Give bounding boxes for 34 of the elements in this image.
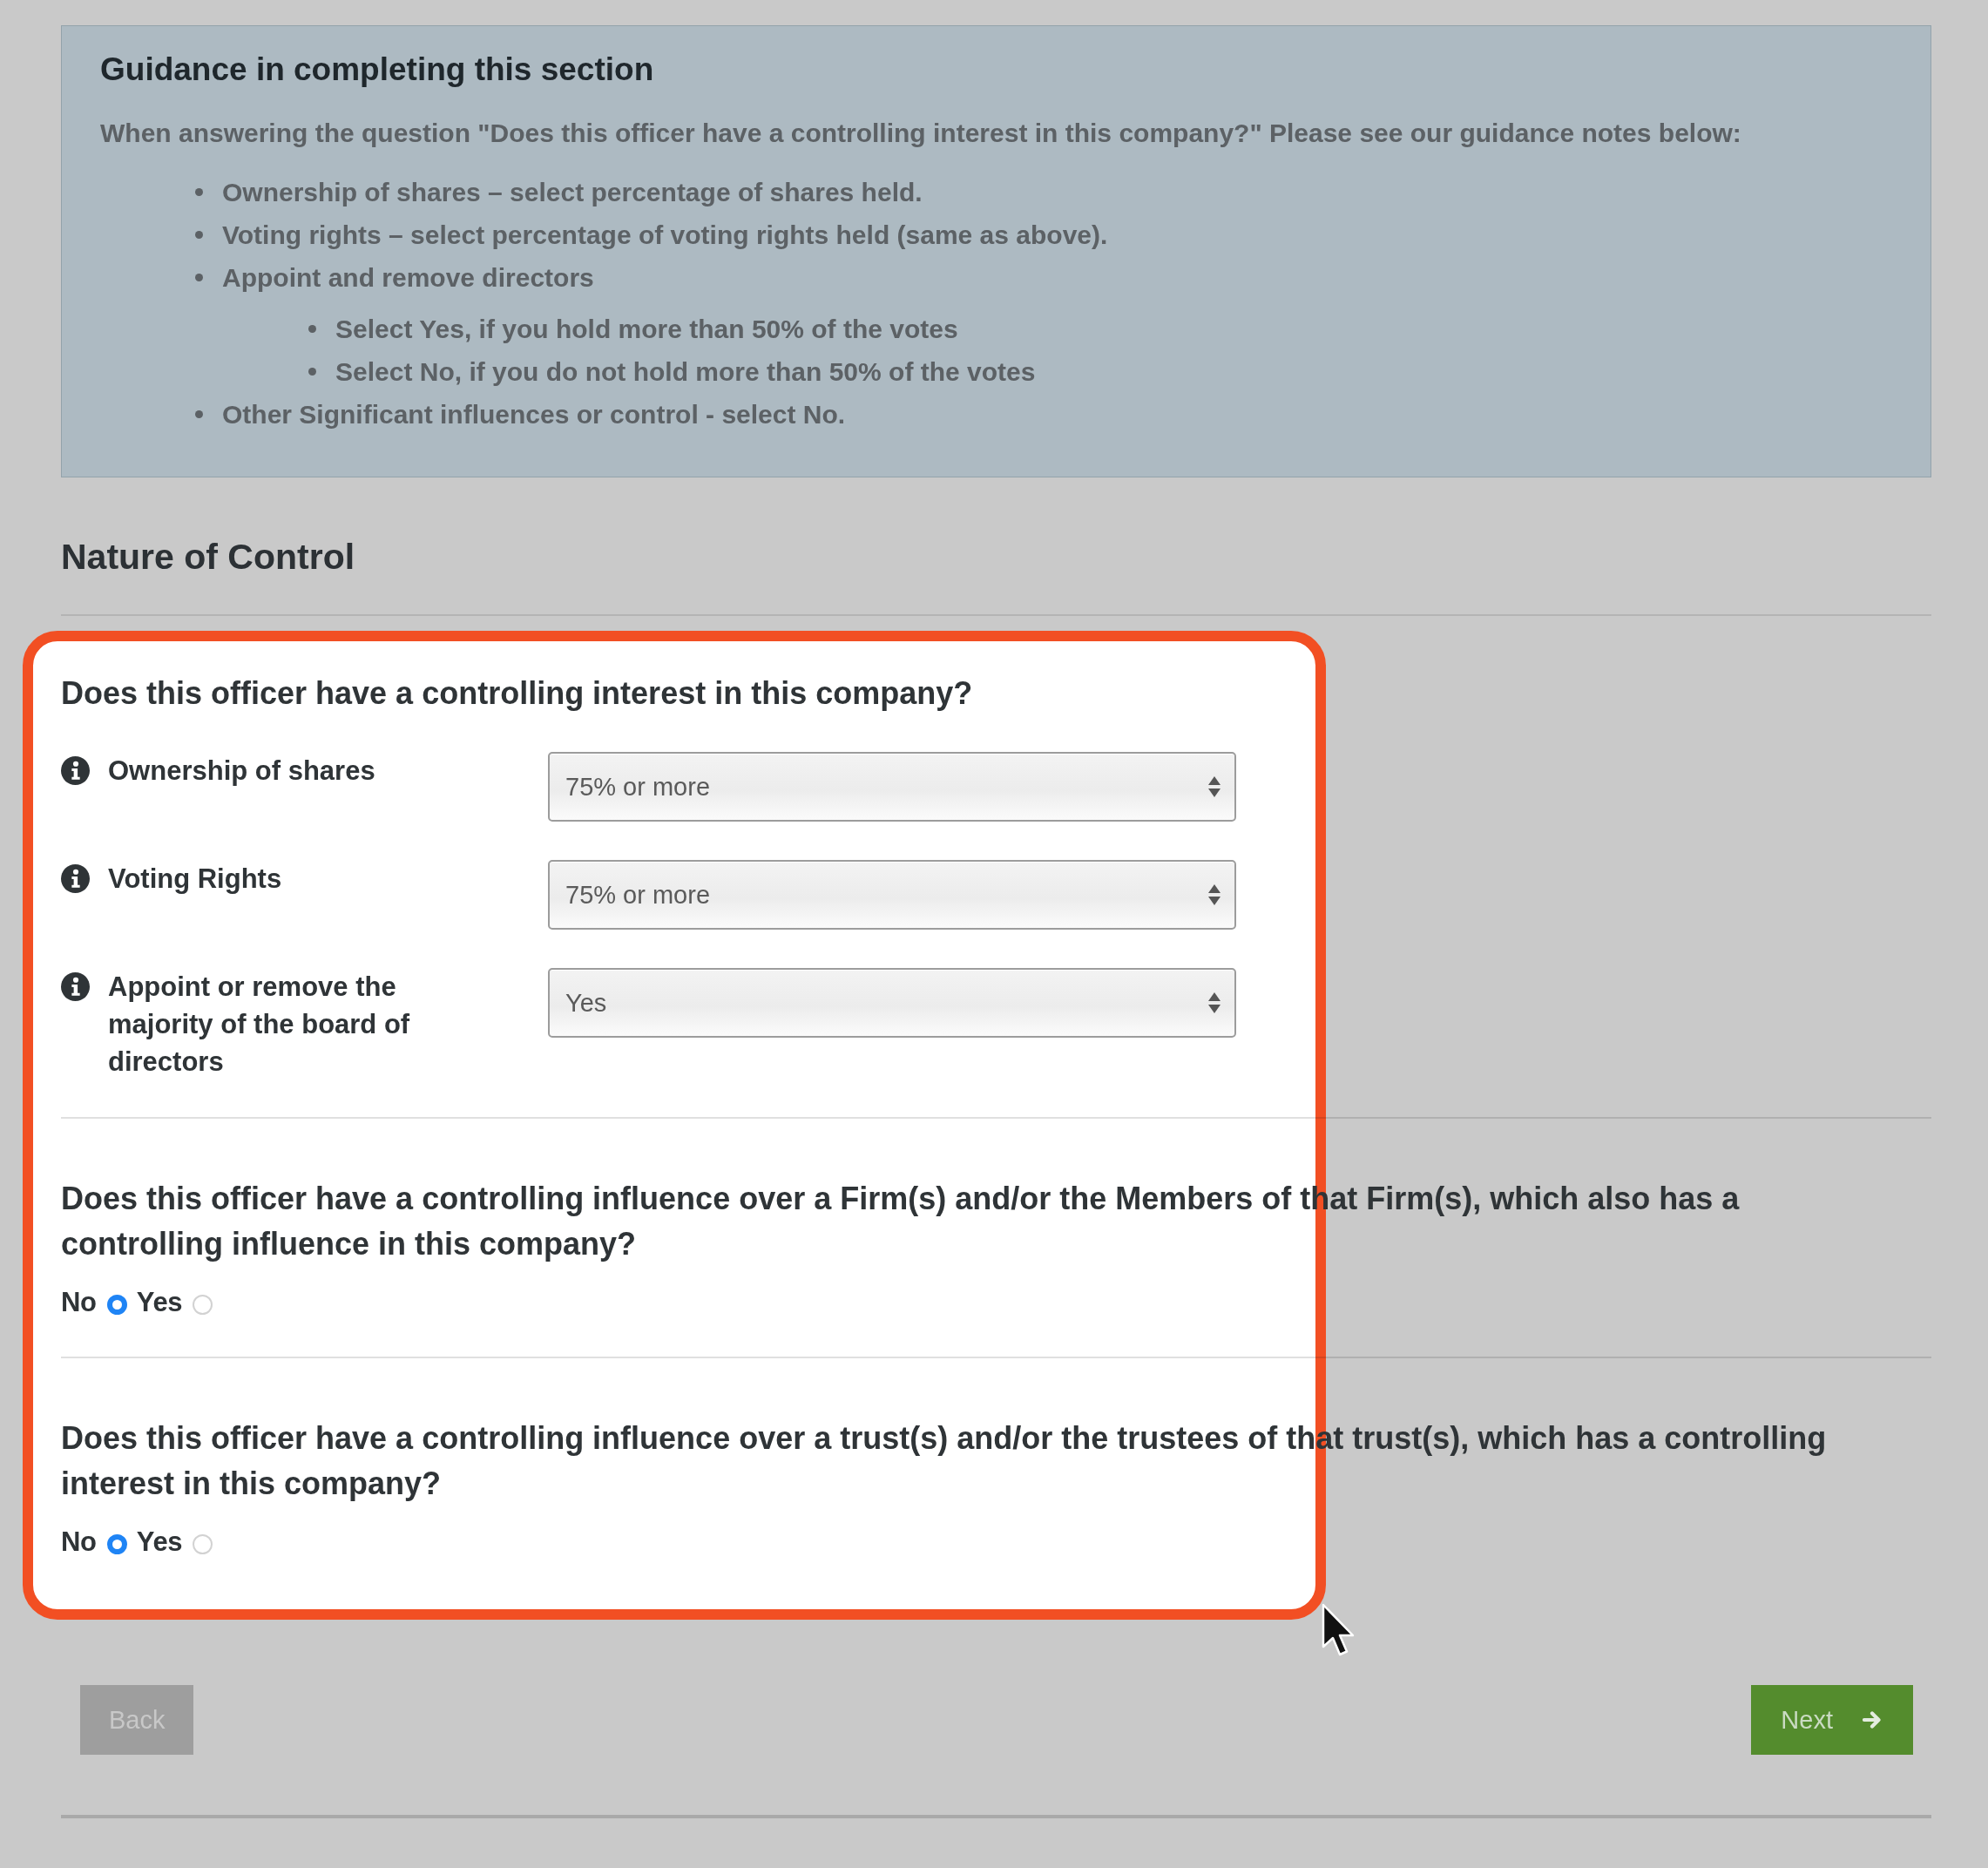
field-label: Voting Rights bbox=[108, 863, 283, 896]
guidance-note: Other Significant influences or control - select No. bbox=[222, 398, 846, 430]
select-arrows-icon bbox=[1208, 883, 1221, 906]
bullet-icon bbox=[308, 325, 316, 333]
option-label: No bbox=[61, 1286, 97, 1319]
bullet-icon bbox=[308, 368, 316, 376]
field-label: Appoint or remove the majority of the board of directors bbox=[108, 971, 411, 1079]
guidance-title: Guidance in completing this section bbox=[100, 51, 655, 89]
option-label: Yes bbox=[136, 1286, 183, 1319]
arrow-right-icon bbox=[1863, 1711, 1882, 1729]
mouse-pointer-icon bbox=[1322, 1603, 1355, 1657]
section-title: Nature of Control bbox=[61, 536, 356, 579]
question-title: Does this officer have a controlling interest in this company? bbox=[61, 674, 974, 713]
info-icon[interactable] bbox=[61, 756, 90, 785]
select-field[interactable]: 75% or more bbox=[548, 860, 1236, 930]
guidance-note: Select No, if you do not hold more than 50% of the votes bbox=[335, 355, 1036, 388]
option-label: Yes bbox=[136, 1526, 183, 1559]
select-arrows-icon bbox=[1208, 992, 1221, 1014]
info-icon[interactable] bbox=[61, 864, 90, 893]
field-label: Ownership of shares bbox=[108, 755, 376, 788]
select-field[interactable]: 75% or more bbox=[548, 752, 1236, 822]
bullet-icon bbox=[195, 231, 203, 239]
bullet-icon bbox=[195, 274, 203, 281]
guidance-note: Select Yes, if you hold more than 50% of the votes bbox=[335, 313, 958, 345]
select-field[interactable]: Yes bbox=[548, 968, 1236, 1038]
option-label: No bbox=[61, 1526, 97, 1559]
guidance-intro: When answering the question "Does this officer have a controlling interest in this company?" Please see our guidance notes below: bbox=[100, 118, 1742, 149]
guidance-note: Voting rights – select percentage of voting rights held (same as above). bbox=[222, 219, 1108, 251]
guidance-note: Appoint and remove directors bbox=[222, 261, 594, 294]
bullet-icon bbox=[195, 188, 203, 196]
bullet-icon bbox=[195, 410, 203, 418]
info-icon[interactable] bbox=[61, 972, 90, 1001]
select-arrows-icon bbox=[1208, 775, 1221, 798]
guidance-note: Ownership of shares – select percentage of shares held. bbox=[222, 176, 923, 208]
